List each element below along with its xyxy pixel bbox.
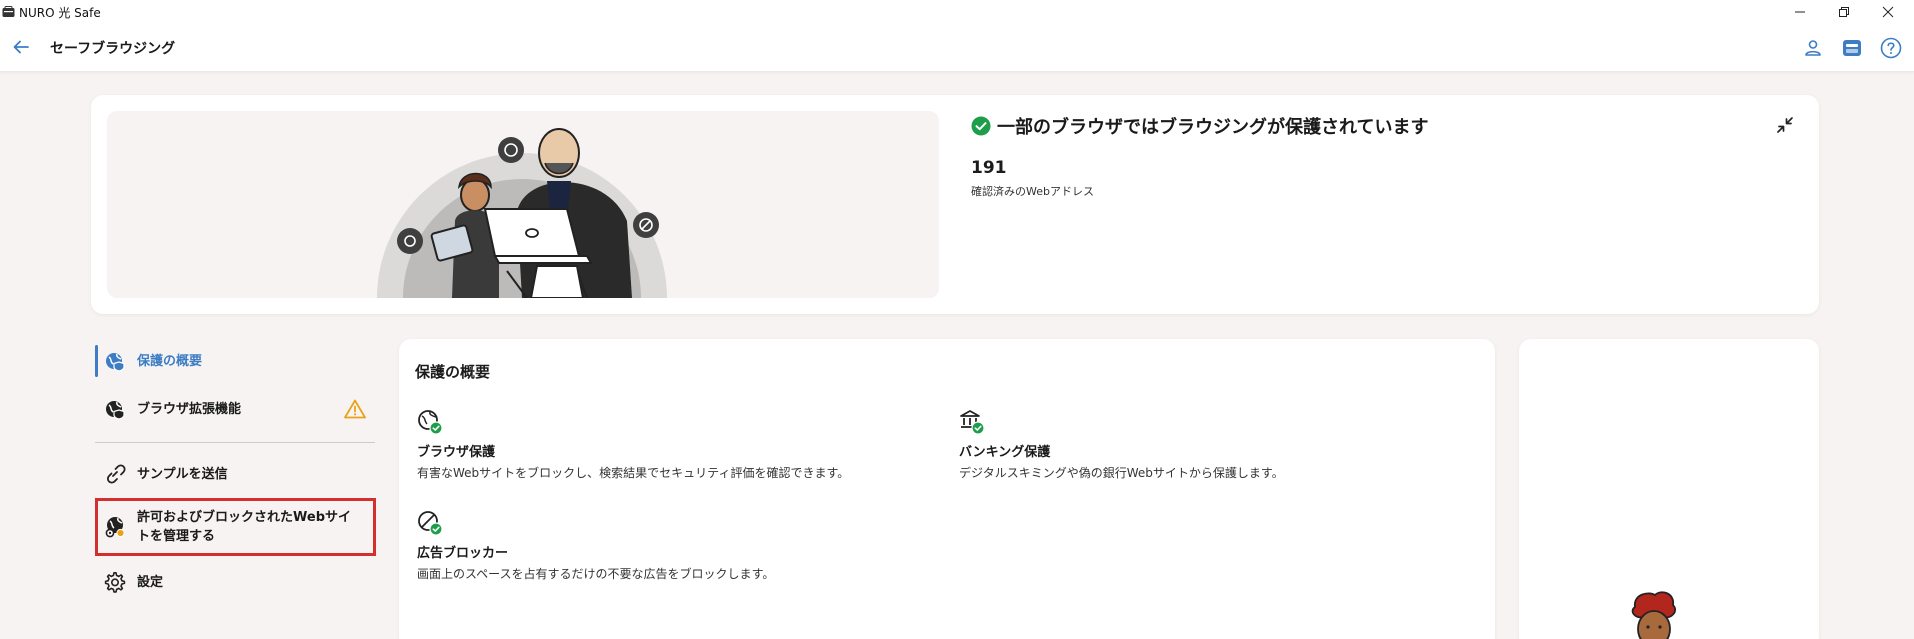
feature-browser-protection: ブラウザ保護 有害なWebサイトをブロックし、検索結果でセキュリティ評価を確認で… [417,409,849,481]
help-icon [1880,37,1902,59]
app-header: セーフブラウジング [0,24,1914,72]
restore-icon [1839,7,1849,17]
status-text: 一部のブラウザではブラウジングが保護されています [997,117,1429,138]
person-icon [1805,40,1821,56]
sidebar-item-protection-overview[interactable]: 保護の概要 [95,345,375,377]
back-button[interactable] [8,34,34,60]
gear-icon [103,570,127,594]
arrow-left-icon [13,40,29,54]
link-upload-icon [103,462,127,486]
people-with-laptop-illustration [377,128,667,298]
warning-icon [344,399,366,423]
sidebar-item-label: 保護の概要 [137,353,203,369]
collapse-button[interactable] [1773,113,1797,137]
globe-shield-icon [103,349,127,373]
sidebar-item-send-sample[interactable]: サンプルを送信 [95,458,375,490]
globe-settings-icon [103,515,127,539]
protection-status: 一部のブラウザではブラウジングが保護されています [971,113,1428,139]
promo-card [1519,339,1819,639]
window-title: NURO 光 Safe [19,5,101,20]
feature-ad-blocker: 広告ブロッカー 画面上のスペースを占有するだけの不要な広告をブロックします。 [417,510,774,582]
globe-shield-icon [103,397,127,421]
feature-name: バンキング保護 [959,445,1051,460]
checked-url-count: 191 [971,158,1007,178]
app-icon [2,6,15,17]
feature-description: 画面上のスペースを占有するだけの不要な広告をブロックします。 [417,567,775,581]
sidebar-item-manage-sites[interactable]: 許可およびブロックされたWebサイトを管理する [95,506,375,548]
hero-illustration [107,111,939,298]
sidebar-item-settings[interactable]: 設定 [95,566,375,598]
section-title: 保護の概要 [415,363,491,381]
active-indicator [95,345,98,377]
sidebar-divider [95,442,375,443]
subscription-button[interactable] [1838,34,1866,62]
wallet-icon [1843,40,1861,56]
account-button[interactable] [1799,34,1827,62]
minimize-icon [1795,11,1805,13]
close-button[interactable] [1868,0,1908,24]
sidebar-item-label: ブラウザ拡張機能 [137,401,242,417]
sidebar-item-label: サンプルを送信 [137,466,228,482]
restore-button[interactable] [1824,0,1864,24]
collapse-icon [1777,117,1793,133]
protection-status-card: 一部のブラウザではブラウジングが保護されています 191 確認済みのWebアドレ… [91,95,1819,314]
minimize-button[interactable] [1780,0,1820,24]
help-button[interactable] [1877,34,1905,62]
feature-banking-protection: バンキング保護 デジタルスキミングや偽の銀行Webサイトから保護します。 [959,409,1284,481]
sidebar-item-label: 設定 [137,574,164,590]
sidebar-item-browser-extensions[interactable]: ブラウザ拡張機能 [95,393,375,425]
window-titlebar: NURO 光 Safe [0,0,1914,24]
feature-name: 広告ブロッカー [417,546,509,561]
close-icon [1882,6,1894,18]
bank-check-icon [959,409,985,435]
block-check-icon [417,510,443,536]
feature-name: ブラウザ保護 [417,445,496,460]
check-circle-icon [971,116,991,136]
protection-overview-card: 保護の概要 ブラウザ保護 有害なWebサイトをブロックし、検索結果でセキュリティ… [399,339,1495,639]
page-title: セーフブラウジング [50,41,176,57]
sidebar-item-label: 許可およびブロックされたWebサイトを管理する [137,510,351,544]
feature-description: 有害なWebサイトをブロックし、検索結果でセキュリティ評価を確認できます。 [417,466,850,480]
character-illustration [1631,591,1677,639]
globe-check-icon [417,409,443,435]
checked-url-label: 確認済みのWebアドレス [971,185,1094,198]
feature-description: デジタルスキミングや偽の銀行Webサイトから保護します。 [959,466,1284,480]
